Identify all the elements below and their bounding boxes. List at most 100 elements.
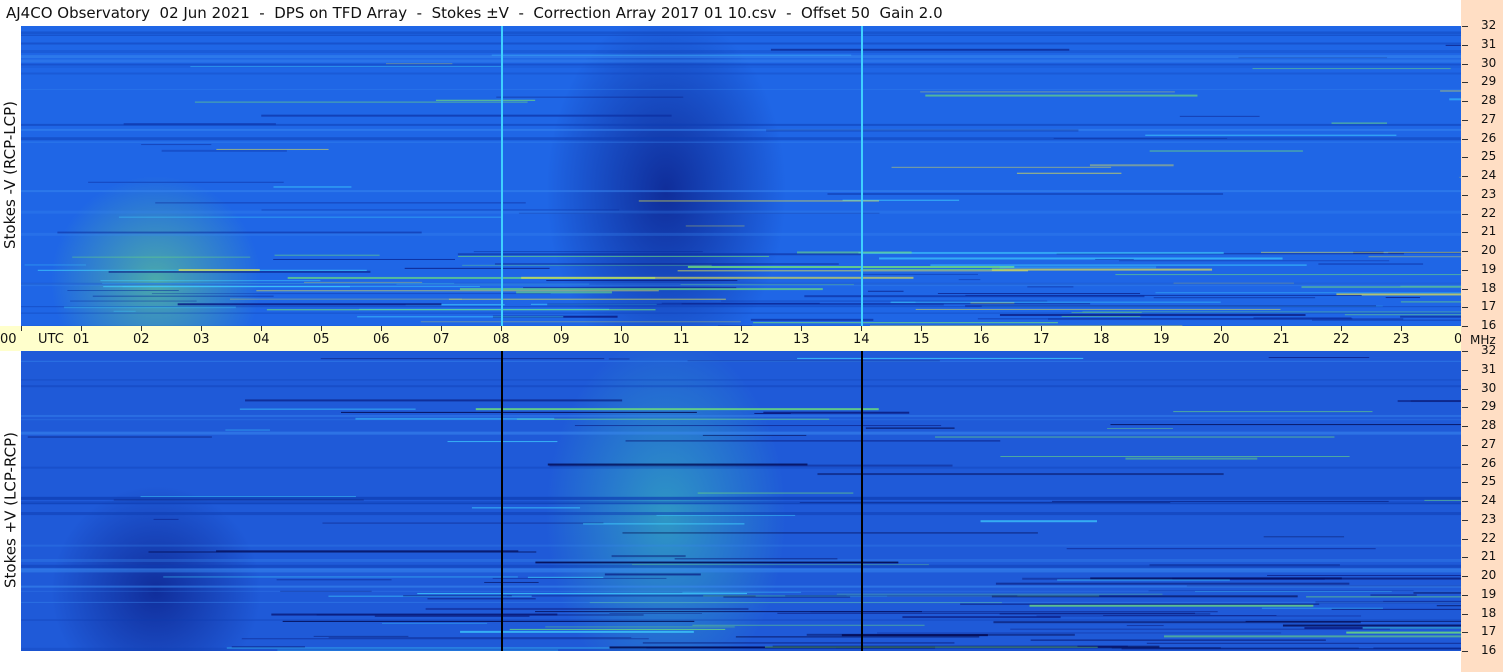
time-tick-label: 07 bbox=[433, 332, 450, 347]
bright-band bbox=[546, 351, 786, 651]
frequency-tick-label: 27 bbox=[1481, 436, 1497, 451]
vertical-time-marker bbox=[501, 26, 503, 326]
rfi-streak bbox=[925, 94, 1198, 97]
time-tick-mark bbox=[321, 326, 322, 331]
rfi-streak bbox=[677, 270, 1029, 272]
frequency-band-line bbox=[21, 141, 1461, 143]
rfi-streak bbox=[999, 314, 1306, 317]
lower-ylabel: Stokes +V (LCP-RCP) bbox=[1, 432, 20, 588]
rfi-streak bbox=[980, 520, 1097, 523]
rfi-streak bbox=[608, 358, 630, 360]
rfi-streak bbox=[867, 290, 904, 292]
frequency-band-line bbox=[21, 503, 1461, 505]
rfi-streak bbox=[92, 295, 274, 297]
frequency-tick-label: 21 bbox=[1481, 224, 1497, 239]
frequency-band-line bbox=[21, 66, 1461, 68]
rfi-streak bbox=[999, 266, 1157, 269]
frequency-band-line bbox=[21, 585, 1461, 588]
rfi-streak bbox=[860, 268, 1005, 270]
frequency-tick-mark bbox=[1462, 519, 1468, 521]
rfi-streak bbox=[1263, 536, 1345, 538]
frequency-band-line bbox=[21, 31, 1461, 35]
frequency-tick-label: 20 bbox=[1481, 568, 1497, 582]
frequency-band-line bbox=[21, 128, 1461, 131]
rfi-streak bbox=[471, 507, 581, 509]
time-tick-label: 15 bbox=[913, 332, 930, 347]
frequency-tick-mark bbox=[1462, 26, 1468, 27]
rfi-streak bbox=[735, 636, 980, 638]
rfi-streak bbox=[1103, 615, 1277, 617]
frequency-tick-mark bbox=[1462, 482, 1468, 484]
rfi-streak bbox=[937, 293, 1141, 295]
time-tick-mark bbox=[981, 326, 982, 331]
rfi-streak bbox=[122, 286, 480, 288]
rfi-streak bbox=[1253, 317, 1352, 320]
time-tick-label: 18 bbox=[1093, 332, 1110, 347]
rfi-streak bbox=[1318, 263, 1424, 265]
rfi-streak bbox=[604, 573, 701, 576]
frequency-tick-mark bbox=[1462, 138, 1468, 140]
frequency-tick-mark bbox=[1462, 651, 1468, 652]
rfi-streak bbox=[216, 148, 329, 150]
rfi-streak bbox=[462, 264, 712, 266]
rfi-streak bbox=[313, 635, 409, 637]
frequency-tick-mark bbox=[1462, 388, 1468, 390]
frequency-tick-mark bbox=[1462, 307, 1468, 309]
frequency-unit-label: MHz bbox=[1470, 333, 1496, 347]
time-tick-label: 01 bbox=[73, 332, 90, 347]
frequency-tick-mark bbox=[1462, 176, 1468, 177]
frequency-tick-mark bbox=[1462, 557, 1468, 559]
rfi-streak bbox=[273, 186, 352, 188]
frequency-tick-label: 24 bbox=[1481, 168, 1497, 182]
frequency-tick-label: 23 bbox=[1481, 511, 1497, 526]
rfi-streak bbox=[865, 427, 955, 429]
frequency-tick-label: 26 bbox=[1481, 130, 1497, 145]
rfi-streak bbox=[702, 434, 807, 436]
frequency-band-line bbox=[21, 385, 1461, 388]
time-tick-mark bbox=[441, 326, 442, 331]
upper-spectrogram-svg bbox=[21, 26, 1461, 326]
rfi-streak bbox=[229, 298, 463, 300]
frequency-tick-label: 28 bbox=[1481, 418, 1497, 432]
frequency-tick-label: 17 bbox=[1481, 299, 1497, 314]
time-tick-mark bbox=[621, 326, 622, 331]
rfi-streak bbox=[27, 436, 212, 438]
frequency-band-line bbox=[21, 496, 1461, 500]
rfi-streak bbox=[1125, 457, 1258, 460]
rfi-streak bbox=[1016, 172, 1122, 174]
frequency-tick-label: 29 bbox=[1481, 74, 1497, 89]
rfi-streak bbox=[609, 612, 702, 614]
upper-ylabel: Stokes -V (RCP-LCP) bbox=[1, 101, 19, 249]
time-tick-label: 22 bbox=[1333, 332, 1350, 347]
frequency-band-line bbox=[21, 379, 1461, 381]
frequency-tick-label: 16 bbox=[1481, 643, 1497, 657]
rfi-streak bbox=[836, 593, 1163, 595]
frequency-tick-mark bbox=[1462, 63, 1468, 65]
frequency-tick-mark bbox=[1462, 444, 1468, 446]
rfi-streak bbox=[108, 270, 371, 273]
rfi-streak bbox=[810, 611, 1218, 613]
rfi-streak bbox=[622, 532, 1038, 534]
frequency-band-line bbox=[21, 647, 1461, 651]
rfi-streak bbox=[1149, 150, 1303, 152]
rfi-streak bbox=[177, 303, 442, 306]
time-tick-mark bbox=[1221, 326, 1222, 331]
rfi-streak bbox=[1331, 608, 1461, 610]
rfi-streak bbox=[1346, 631, 1461, 634]
rfi-streak bbox=[1306, 596, 1461, 598]
rfi-streak bbox=[827, 192, 1224, 195]
time-tick-mark bbox=[381, 326, 382, 331]
rfi-streak bbox=[435, 99, 536, 101]
frequency-band-line bbox=[21, 512, 1461, 516]
frequency-tick-label: 25 bbox=[1481, 149, 1497, 164]
rfi-streak bbox=[516, 291, 612, 294]
rfi-streak bbox=[930, 264, 1307, 266]
frequency-tick-label: 16 bbox=[1481, 318, 1497, 332]
rfi-streak bbox=[231, 646, 305, 648]
frequency-tick-label: 19 bbox=[1481, 586, 1497, 601]
rfi-streak bbox=[425, 607, 749, 610]
frequency-band-line bbox=[21, 564, 1461, 568]
rfi-streak bbox=[1066, 548, 1376, 550]
rfi-streak bbox=[1260, 251, 1461, 253]
time-tick-label: 08 bbox=[493, 332, 510, 347]
